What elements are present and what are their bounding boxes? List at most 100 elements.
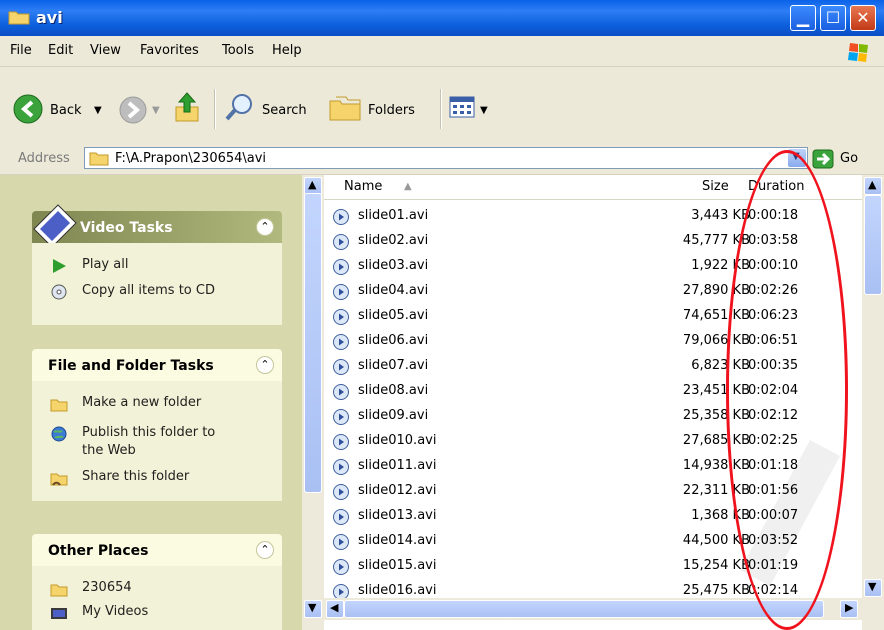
file-duration: 0:02:26 — [748, 283, 799, 298]
back-arrow-icon[interactable] — [12, 93, 44, 125]
file-name: slide014.avi — [358, 533, 437, 548]
folders-icon[interactable] — [328, 93, 362, 123]
close-button[interactable]: ✕ — [850, 5, 876, 31]
video-tasks-panel: Video Tasks ⌃ Play all Copy all items to… — [32, 204, 282, 325]
toolbar-separator — [440, 89, 442, 129]
scroll-up-button[interactable]: ▲ — [864, 177, 882, 195]
chevron-up-icon: ▲ — [868, 178, 877, 191]
menu-view[interactable]: View — [90, 43, 121, 58]
views-icon[interactable] — [448, 93, 478, 121]
minimize-button[interactable]: ▁ — [790, 5, 816, 31]
back-button[interactable]: Back — [50, 103, 82, 118]
chevron-down-icon: ▼ — [308, 601, 317, 614]
other-places-header[interactable]: Other Places ⌃ — [32, 534, 282, 566]
chevron-up-icon: ▲ — [308, 178, 317, 191]
file-row[interactable]: slide06.avi 79,066 KB 0:06:51 — [324, 329, 862, 354]
search-button[interactable]: Search — [262, 103, 307, 118]
file-folder-tasks-panel: File and Folder Tasks ⌃ Make a new folde… — [32, 349, 282, 501]
menu-favorites[interactable]: Favorites — [140, 43, 199, 58]
menu-tools[interactable]: Tools — [222, 43, 254, 58]
play-all-label: Play all — [82, 257, 129, 272]
file-row[interactable]: slide010.avi 27,685 KB 0:02:25 — [324, 429, 862, 454]
forward-dropdown-icon[interactable]: ▼ — [152, 105, 160, 116]
file-row[interactable]: slide012.avi 22,311 KB 0:01:56 — [324, 479, 862, 504]
go-button[interactable]: Go — [812, 148, 872, 170]
scroll-thumb[interactable] — [864, 195, 882, 295]
file-row[interactable]: slide04.avi 27,890 KB 0:02:26 — [324, 279, 862, 304]
toolbar: Back ▼ ▼ Search Folders ▼ — [0, 67, 884, 148]
file-name: slide03.avi — [358, 258, 429, 273]
close-icon: ✕ — [856, 8, 870, 27]
scroll-down-button[interactable]: ▼ — [864, 579, 882, 597]
chevron-down-icon: ▼ — [868, 580, 877, 593]
menu-edit[interactable]: Edit — [48, 43, 73, 58]
file-row[interactable]: slide015.avi 15,254 KB 0:01:19 — [324, 554, 862, 579]
file-duration: 0:02:12 — [748, 408, 799, 423]
scroll-right-button[interactable]: ▶ — [840, 600, 858, 618]
horizontal-scrollbar[interactable]: ◀ ▶ — [324, 598, 862, 620]
scroll-thumb[interactable] — [344, 600, 824, 618]
file-size: 15,254 KB — [682, 558, 750, 573]
publish-web-label-line1: Publish this folder to — [82, 425, 216, 440]
file-row[interactable]: slide013.avi 1,368 KB 0:00:07 — [324, 504, 862, 529]
collapse-icon[interactable]: ⌃ — [256, 356, 274, 374]
chevron-down-icon: ▼ — [792, 151, 800, 162]
right-scrollbar[interactable]: ▲ ▼ — [862, 175, 884, 630]
duration-column-header[interactable]: Duration — [748, 179, 804, 194]
file-name: slide013.avi — [358, 508, 437, 523]
collapse-icon[interactable]: ⌃ — [256, 541, 274, 559]
file-folder-tasks-title: File and Folder Tasks — [48, 358, 214, 374]
search-icon[interactable] — [224, 91, 256, 123]
video-tasks-header[interactable]: Video Tasks ⌃ — [32, 204, 282, 247]
file-size: 14,938 KB — [682, 458, 750, 473]
file-row[interactable]: slide02.avi 45,777 KB 0:03:58 — [324, 229, 862, 254]
menu-file[interactable]: File — [10, 43, 32, 58]
file-name: slide01.avi — [358, 208, 429, 223]
file-duration: 0:00:10 — [748, 258, 799, 273]
file-folder-tasks-body: Make a new folder Publish this folder to… — [32, 381, 282, 501]
back-dropdown-icon[interactable]: ▼ — [94, 105, 102, 116]
file-size: 74,651 KB — [682, 308, 750, 323]
left-scrollbar[interactable]: ▲ ▼ — [302, 175, 324, 630]
file-size: 25,358 KB — [682, 408, 750, 423]
maximize-button[interactable]: ☐ — [820, 5, 846, 31]
file-row[interactable]: slide05.avi 74,651 KB 0:06:23 — [324, 304, 862, 329]
name-column-header[interactable]: Name — [344, 179, 382, 194]
folders-button[interactable]: Folders — [368, 103, 415, 118]
file-row[interactable]: slide03.avi 1,922 KB 0:00:10 — [324, 254, 862, 279]
file-folder-tasks-header[interactable]: File and Folder Tasks ⌃ — [32, 349, 282, 381]
file-row[interactable]: slide01.avi 3,443 KB 0:00:18 — [324, 204, 862, 229]
file-row[interactable]: slide014.avi 44,500 KB 0:03:52 — [324, 529, 862, 554]
avi-file-icon — [333, 259, 349, 275]
file-row[interactable]: slide08.avi 23,451 KB 0:02:04 — [324, 379, 862, 404]
title-bar[interactable]: avi ▁ ☐ ✕ — [0, 0, 884, 36]
menu-bar: File Edit View Favorites Tools Help — [0, 36, 884, 67]
file-size: 1,922 KB — [691, 258, 750, 273]
scroll-thumb[interactable] — [304, 193, 322, 493]
size-column-header[interactable]: Size — [702, 179, 729, 194]
up-folder-icon[interactable] — [172, 89, 202, 125]
forward-arrow-icon[interactable] — [118, 95, 148, 125]
file-row[interactable]: slide07.avi 6,823 KB 0:00:35 — [324, 354, 862, 379]
address-dropdown-button[interactable]: ▼ — [788, 149, 806, 167]
file-duration: 0:01:19 — [748, 558, 799, 573]
file-size: 79,066 KB — [682, 333, 750, 348]
column-header: Name ▲ Size Duration — [324, 175, 862, 200]
file-size: 22,311 KB — [682, 483, 750, 498]
file-name: slide05.avi — [358, 308, 429, 323]
address-input[interactable]: F:\A.Prapon\230654\avi ▼ — [84, 147, 808, 169]
collapse-icon[interactable]: ⌃ — [256, 218, 274, 236]
scroll-down-button[interactable]: ▼ — [304, 600, 322, 618]
file-name: slide02.avi — [358, 233, 429, 248]
file-name: slide07.avi — [358, 358, 429, 373]
file-row[interactable]: slide09.avi 25,358 KB 0:02:12 — [324, 404, 862, 429]
scroll-left-button[interactable]: ◀ — [326, 600, 344, 618]
avi-file-icon — [333, 559, 349, 575]
globe-icon — [51, 426, 67, 442]
file-row[interactable]: slide011.avi 14,938 KB 0:01:18 — [324, 454, 862, 479]
menu-help[interactable]: Help — [272, 43, 302, 58]
file-name: slide09.avi — [358, 408, 429, 423]
views-dropdown-icon[interactable]: ▼ — [480, 105, 488, 116]
go-label: Go — [840, 151, 859, 166]
share-folder-icon — [50, 473, 68, 486]
